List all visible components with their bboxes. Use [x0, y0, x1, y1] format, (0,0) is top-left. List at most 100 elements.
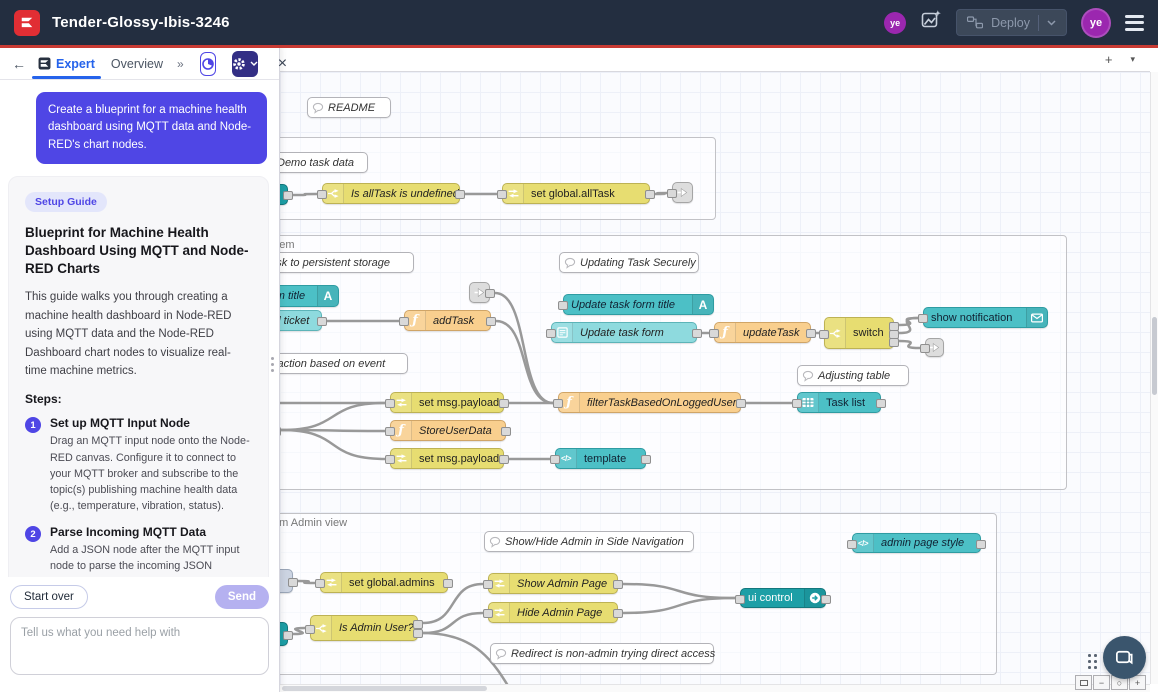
deploy-caret-icon[interactable] [1047, 20, 1056, 26]
wire[interactable] [293, 194, 317, 195]
input-port[interactable] [792, 399, 802, 408]
input-port[interactable] [483, 580, 493, 589]
comment-node-show-hide-admin-in-side-navigation[interactable]: Show/Hide Admin in Side Navigation [484, 531, 694, 552]
node-add-ticket[interactable]: Add ticket [280, 310, 322, 331]
node-set-msg-payload[interactable]: set msg.payload [390, 448, 504, 469]
input-port[interactable] [550, 455, 560, 464]
output-port[interactable] [288, 578, 298, 587]
output-port[interactable] [413, 629, 423, 638]
back-icon[interactable]: ← [12, 56, 26, 72]
comment-node-take-action-based-on-event[interactable]: Take action based on event [280, 353, 408, 374]
deploy-button[interactable]: Deploy [956, 9, 1067, 36]
node-updatetask[interactable]: ƒupdateTask [714, 322, 811, 343]
wire[interactable] [623, 598, 735, 613]
input-port[interactable] [546, 329, 556, 338]
insights-button[interactable] [200, 52, 216, 76]
input-port[interactable] [483, 609, 493, 618]
node-is-admin-user[interactable]: Is Admin User? [310, 615, 418, 641]
team-avatar[interactable]: ye [884, 12, 906, 34]
node-show-admin-page[interactable]: Show Admin Page [488, 573, 618, 594]
output-port[interactable] [806, 329, 816, 338]
comment-node-adjusting-table[interactable]: Adjusting table [797, 365, 909, 386]
node-set-msg-payload[interactable]: set msg.payload [390, 392, 504, 413]
wire[interactable] [899, 341, 920, 348]
input-port[interactable] [497, 190, 507, 199]
output-port[interactable] [613, 609, 623, 618]
send-button[interactable]: Send [215, 585, 269, 609]
panel-resize-handle[interactable] [271, 357, 274, 372]
input-port[interactable] [553, 399, 563, 408]
output-port[interactable] [499, 455, 509, 464]
node-src[interactable] [280, 622, 288, 646]
wire[interactable] [655, 193, 667, 194]
comment-node-save-task-to-persistent-storage[interactable]: Save task to persistent storage [280, 252, 414, 273]
input-port[interactable] [385, 455, 395, 464]
output-port[interactable] [283, 631, 293, 640]
node-set-global-admins[interactable]: set global.admins [320, 572, 448, 593]
start-over-button[interactable]: Start over [10, 585, 88, 609]
input-port[interactable] [385, 399, 395, 408]
input-port[interactable] [847, 540, 857, 549]
node-addtask[interactable]: ƒaddTask [404, 310, 491, 331]
input-port[interactable] [315, 579, 325, 588]
node-link[interactable] [925, 338, 944, 357]
node-link[interactable] [469, 282, 490, 303]
add-flow-button[interactable]: + [1098, 52, 1120, 67]
node-set-global-alltask[interactable]: set global.allTask [502, 183, 650, 204]
tab-overview[interactable]: Overview [107, 48, 167, 79]
zoom-out-button[interactable]: − [1093, 675, 1110, 690]
input-port[interactable] [385, 427, 395, 436]
tab-expert[interactable]: Expert [34, 48, 99, 79]
user-avatar[interactable]: ye [1081, 8, 1111, 38]
wire[interactable] [298, 581, 315, 583]
output-port[interactable] [485, 289, 495, 298]
input-port[interactable] [920, 344, 930, 353]
input-port[interactable] [399, 317, 409, 326]
output-port[interactable] [736, 399, 746, 408]
assistant-sparkle-icon[interactable] [920, 9, 942, 36]
input-port[interactable] [305, 625, 315, 634]
node-admin-page-style[interactable]: </>admin page style [852, 533, 981, 553]
node-task-list[interactable]: Task list [797, 392, 881, 413]
comment-node-updating-task-securely[interactable]: Updating Task Securely [559, 252, 699, 273]
node-link[interactable] [672, 182, 693, 203]
flowfuse-logo-icon[interactable] [14, 10, 40, 36]
more-tabs-icon[interactable]: » [177, 57, 184, 71]
node-update-task-form[interactable]: Update task form [551, 322, 697, 343]
node-update-task-form-title[interactable]: Update task form titleA [563, 294, 714, 315]
fit-view-button[interactable] [1075, 675, 1092, 690]
node-switch[interactable]: switch [824, 317, 894, 349]
chat-input[interactable] [10, 617, 269, 675]
node-ui-control[interactable]: ui control [740, 588, 826, 608]
input-port[interactable] [558, 301, 568, 310]
node-src[interactable] [280, 184, 288, 205]
node-filtertaskbasedonloggeduser[interactable]: ƒfilterTaskBasedOnLoggedUser [558, 392, 741, 413]
settings-button[interactable] [232, 51, 258, 77]
output-port[interactable] [283, 191, 293, 200]
output-port[interactable] [976, 540, 986, 549]
vertical-scrollbar[interactable] [1150, 72, 1158, 684]
output-port[interactable] [280, 427, 281, 436]
output-port[interactable] [486, 317, 496, 326]
wire[interactable] [281, 430, 385, 459]
node-task-form-title[interactable]: Task form titleA [280, 285, 339, 307]
input-port[interactable] [918, 314, 928, 323]
output-port[interactable] [501, 427, 511, 436]
output-port[interactable] [613, 580, 623, 589]
main-menu-icon[interactable] [1125, 15, 1144, 31]
input-port[interactable] [819, 330, 829, 339]
node-storeuserdata[interactable]: ƒStoreUserData [390, 420, 506, 441]
node-show-notification[interactable]: show notification [923, 307, 1048, 328]
close-icon[interactable]: × [274, 55, 291, 73]
wire[interactable] [293, 628, 305, 634]
output-port[interactable] [889, 338, 899, 347]
output-port[interactable] [692, 329, 702, 338]
assistant-chat-button[interactable] [1103, 636, 1146, 679]
horizontal-scrollbar-thumb[interactable] [282, 686, 487, 691]
node-hide-admin-page[interactable]: Hide Admin Page [488, 602, 618, 623]
flow-list-button[interactable]: ▾ [1123, 54, 1142, 65]
fab-drag-handle[interactable] [1088, 654, 1098, 670]
output-port[interactable] [876, 399, 886, 408]
output-port[interactable] [641, 455, 651, 464]
output-port[interactable] [455, 190, 465, 199]
